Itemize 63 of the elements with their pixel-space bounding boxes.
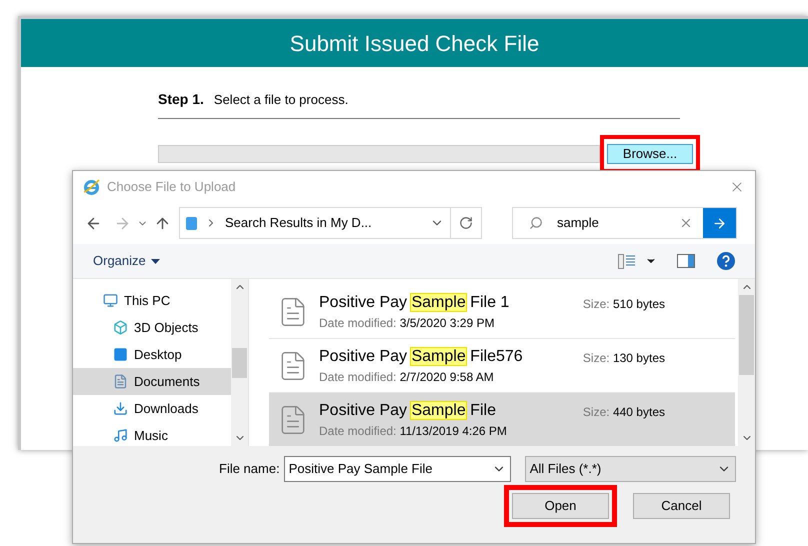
date-label: Date modified:: [319, 370, 396, 384]
size-label: Size:: [582, 297, 610, 311]
search-field[interactable]: sample: [512, 207, 737, 239]
page-title: Submit Issued Check File: [290, 30, 540, 58]
computer-icon: [103, 293, 118, 308]
search-icon: [529, 216, 543, 230]
file-path-field[interactable]: [158, 145, 600, 163]
date-value: 3/5/2020 3:29 PM: [400, 316, 494, 330]
scrollbar-thumb[interactable]: [739, 295, 754, 375]
nav-scrollbar[interactable]: [231, 279, 248, 446]
nav-item[interactable]: 3D Objects: [73, 314, 231, 341]
date-value: 2/7/2020 9:58 AM: [400, 370, 494, 384]
step-text: Select a file to process.: [214, 90, 348, 109]
file-name-label: File name:: [219, 460, 280, 478]
help-icon[interactable]: [717, 252, 735, 270]
dialog-button[interactable]: Open: [512, 493, 609, 519]
file-row[interactable]: Positive Pay Sample File 1 Date modified: 3/5/2020 3:29 PM Size: 510 bytes: [269, 285, 735, 339]
nav-item[interactable]: This PC: [73, 287, 231, 314]
caret-icon: [150, 258, 160, 264]
step-number: Step 1.: [158, 90, 204, 109]
file-list-scrollbar[interactable]: [738, 279, 755, 446]
date-label: Date modified:: [319, 424, 396, 438]
search-text: sample: [557, 214, 599, 232]
file-name: Positive Pay Sample File576: [319, 346, 523, 366]
file-row[interactable]: Positive Pay Sample File Date modified: 11/13/2019 4:26 PM Size: 440 bytes: [269, 393, 735, 447]
browse-button[interactable]: Browse...: [607, 144, 693, 164]
clear-icon[interactable]: [679, 216, 693, 230]
file-type-value: All Files (*.*): [530, 460, 602, 478]
refresh-button[interactable]: [450, 207, 482, 239]
nav-item[interactable]: Desktop: [73, 341, 231, 368]
dialog-button[interactable]: Cancel: [633, 493, 730, 519]
address-bar[interactable]: Search Results in My D...: [179, 207, 451, 239]
file-name-value: Positive Pay Sample File: [288, 460, 432, 478]
dialog-title: Choose File to Upload: [107, 178, 236, 196]
cube-icon: [113, 320, 128, 335]
size-value: 510 bytes: [612, 297, 665, 311]
scrollbar-thumb[interactable]: [232, 348, 247, 378]
address-text: Search Results in My D...: [225, 214, 372, 232]
music-note-icon: [113, 428, 128, 443]
arrow-right-icon: [712, 216, 727, 230]
organize-menu[interactable]: Organize: [93, 251, 160, 271]
nav-item[interactable]: Downloads: [73, 395, 231, 422]
search-go-button[interactable]: [703, 208, 736, 238]
preview-pane-icon[interactable]: [677, 254, 695, 268]
size-value: 440 bytes: [612, 405, 665, 419]
browser-logo-icon: [83, 178, 100, 196]
download-icon: [113, 401, 128, 416]
nav-item[interactable]: Documents: [73, 368, 231, 395]
file-name: Positive Pay Sample File 1: [319, 292, 510, 312]
view-options-icon[interactable]: [618, 254, 635, 268]
nav-item[interactable]: Music: [73, 422, 231, 446]
size-value: 130 bytes: [612, 351, 665, 365]
file-name-field[interactable]: Positive Pay Sample File: [284, 456, 511, 482]
date-label: Date modified:: [319, 316, 396, 330]
refresh-icon: [459, 216, 473, 230]
size-label: Size:: [582, 405, 610, 419]
date-value: 11/13/2019 4:26 PM: [400, 424, 507, 438]
file-type-dropdown[interactable]: All Files (*.*): [524, 456, 736, 482]
folder-icon: [186, 216, 197, 230]
file-name: Positive Pay Sample File: [319, 400, 497, 420]
document-icon: [113, 374, 128, 389]
desktop-icon: [113, 347, 128, 362]
size-label: Size:: [582, 351, 610, 365]
